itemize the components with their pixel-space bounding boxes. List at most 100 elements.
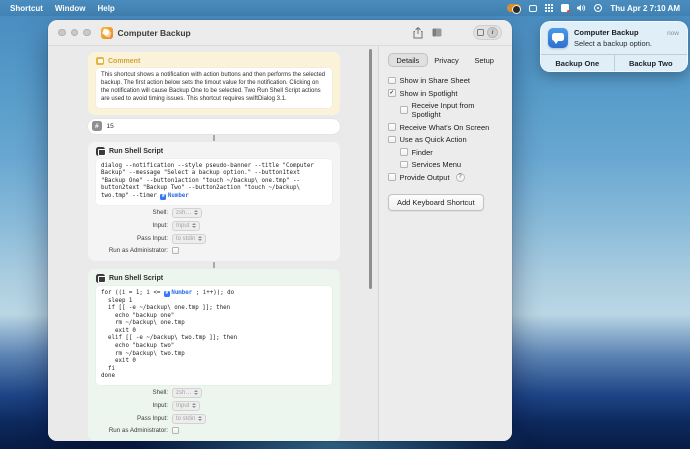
notification-message: Select a backup option. xyxy=(574,39,679,48)
backup-two-button[interactable]: Backup Two xyxy=(614,55,688,71)
comment-action-1-text: This shortcut shows a notification with … xyxy=(101,72,327,104)
control-center-icon[interactable] xyxy=(594,4,602,12)
number-action[interactable]: # 15 xyxy=(88,119,340,134)
sidebar-toggle-icon[interactable] xyxy=(432,28,442,37)
popup-arrows-icon xyxy=(198,236,202,241)
shortcut-editor-canvas[interactable]: Comment This shortcut shows a notificati… xyxy=(48,46,378,441)
pass-input-select-value: to stdin xyxy=(176,416,195,422)
run-shell-script-action-1[interactable]: Run Shell Script dialog --notification -… xyxy=(88,142,340,261)
comment-icon xyxy=(96,57,104,65)
popup-arrows-icon xyxy=(198,416,202,421)
shell-1-title: Run Shell Script xyxy=(109,148,163,155)
option-use-as-quick-action: Use as Quick Action xyxy=(388,135,503,144)
run-as-admin-checkbox[interactable] xyxy=(172,247,179,254)
menu-window[interactable]: Window xyxy=(55,4,86,13)
pass-input-label: Pass Input: xyxy=(96,235,168,242)
input-select[interactable]: Input xyxy=(172,221,200,231)
provide-output-label: Provide Output xyxy=(400,173,450,182)
option-show-in-spotlight: ✓ Show in Spotlight xyxy=(388,89,503,98)
backup-one-button[interactable]: Backup One xyxy=(541,55,614,71)
option-services-menu: Services Menu xyxy=(388,160,503,169)
receive-input-from-spotlight-checkbox[interactable] xyxy=(400,106,408,114)
shell-2-code: for ((i = 1; i <= #Number ; i++)); do sl… xyxy=(101,290,327,381)
popup-arrows-icon xyxy=(194,210,198,215)
title-bar[interactable]: Computer Backup i xyxy=(48,20,512,46)
provide-output-checkbox[interactable] xyxy=(388,173,396,181)
receive-whats-on-screen-label: Receive What's On Screen xyxy=(400,123,490,132)
gallery-panel-icon[interactable] xyxy=(477,29,484,36)
comment-action-1-textbox[interactable]: This shortcut shows a notification with … xyxy=(96,68,332,108)
shell-select-value: zsh… xyxy=(176,390,191,396)
dialog-app-icon xyxy=(548,28,568,48)
menu-bar: Shortcut Window Help Thu Apr 2 7:10 AM xyxy=(0,0,690,16)
editor-scrollbar[interactable] xyxy=(369,49,372,289)
option-receive-input-from-spotlight: Receive Input from Spotlight xyxy=(388,101,503,119)
action-list: Comment This shortcut shows a notificati… xyxy=(88,52,340,441)
run-as-admin-checkbox[interactable] xyxy=(172,427,179,434)
shell-script-icon xyxy=(96,147,105,156)
shell-1-code-box[interactable]: dialog --notification --style pseudo-ban… xyxy=(96,159,332,205)
close-window-button[interactable] xyxy=(58,29,66,37)
pass-input-select-value: to stdin xyxy=(176,236,195,242)
shell-select[interactable]: zsh… xyxy=(172,208,202,218)
receive-whats-on-screen-checkbox[interactable] xyxy=(388,123,396,131)
traffic-lights xyxy=(58,29,91,37)
shell-1-header: Run Shell Script xyxy=(96,147,332,156)
services-menu-checkbox[interactable] xyxy=(400,161,408,169)
option-provide-output: Provide Output ? xyxy=(388,173,503,182)
add-keyboard-shortcut-button[interactable]: Add Keyboard Shortcut xyxy=(388,194,484,211)
shell-1-code: dialog --notification --style pseudo-ban… xyxy=(101,163,327,201)
number-value[interactable]: 15 xyxy=(107,123,114,130)
number-variable-token[interactable]: #Number xyxy=(164,290,192,298)
share-icon[interactable] xyxy=(413,27,423,39)
grid-icon[interactable] xyxy=(545,4,553,12)
use-as-quick-action-checkbox[interactable] xyxy=(388,136,396,144)
connector-tick xyxy=(213,135,215,141)
input-select[interactable]: Input xyxy=(172,401,200,411)
display-toggle-icon[interactable] xyxy=(507,4,521,12)
finder-checkbox[interactable] xyxy=(400,148,408,156)
shell-2-code-box[interactable]: for ((i = 1; i <= #Number ; i++)); do sl… xyxy=(96,286,332,385)
option-finder: Finder xyxy=(388,148,503,157)
receive-input-from-spotlight-label: Receive Input from Spotlight xyxy=(412,101,504,119)
help-icon[interactable]: ? xyxy=(456,173,465,182)
menu-bar-status-area: Thu Apr 2 7:10 AM xyxy=(507,4,680,13)
show-in-spotlight-checkbox[interactable]: ✓ xyxy=(388,89,396,97)
shell-2-input-row: Input: Input xyxy=(96,401,332,411)
shell-select-value: zsh… xyxy=(176,210,191,216)
shortcuts-app-icon xyxy=(101,27,113,39)
number-token-icon: # xyxy=(164,291,170,297)
comment-action-1[interactable]: Comment This shortcut shows a notificati… xyxy=(88,52,340,115)
show-in-share-sheet-label: Show in Share Sheet xyxy=(400,76,470,85)
notification-title: Computer Backup xyxy=(574,28,667,37)
services-menu-label: Services Menu xyxy=(412,160,462,169)
minimize-window-button[interactable] xyxy=(71,29,79,37)
show-in-share-sheet-checkbox[interactable] xyxy=(388,77,396,85)
tab-setup[interactable]: Setup xyxy=(465,53,503,67)
menu-shortcut[interactable]: Shortcut xyxy=(10,4,43,13)
notification-banner[interactable]: Computer Backup now Select a backup opti… xyxy=(540,21,688,72)
menu-bar-clock[interactable]: Thu Apr 2 7:10 AM xyxy=(610,4,680,13)
use-as-quick-action-label: Use as Quick Action xyxy=(400,135,467,144)
menu-help[interactable]: Help xyxy=(97,4,114,13)
notification-content: Computer Backup now Select a backup opti… xyxy=(541,22,687,54)
zoom-window-button[interactable] xyxy=(83,29,91,37)
comment-action-1-header: Comment xyxy=(96,57,332,65)
volume-icon[interactable] xyxy=(577,4,586,12)
input-select-value: Input xyxy=(176,403,189,409)
tab-privacy[interactable]: Privacy xyxy=(428,53,466,67)
info-panel-icon[interactable]: i xyxy=(487,27,498,38)
pass-input-select[interactable]: to stdin xyxy=(172,234,206,244)
notification-timestamp: now xyxy=(667,30,679,37)
stage-manager-icon[interactable] xyxy=(529,5,537,12)
tab-details[interactable]: Details xyxy=(388,53,428,67)
number-variable-token[interactable]: #Number xyxy=(160,193,188,201)
shell-1-admin-row: Run as Administrator: xyxy=(96,247,332,254)
run-shell-script-action-2[interactable]: Run Shell Script for ((i = 1; i <= #Numb… xyxy=(88,269,340,441)
option-receive-whats-on-screen: Receive What's On Screen xyxy=(388,123,503,132)
shell-select[interactable]: zsh… xyxy=(172,388,202,398)
number-icon: # xyxy=(92,121,102,131)
run-as-admin-label: Run as Administrator: xyxy=(96,247,168,254)
pass-input-select[interactable]: to stdin xyxy=(172,414,206,424)
input-source-icon[interactable] xyxy=(561,4,569,12)
